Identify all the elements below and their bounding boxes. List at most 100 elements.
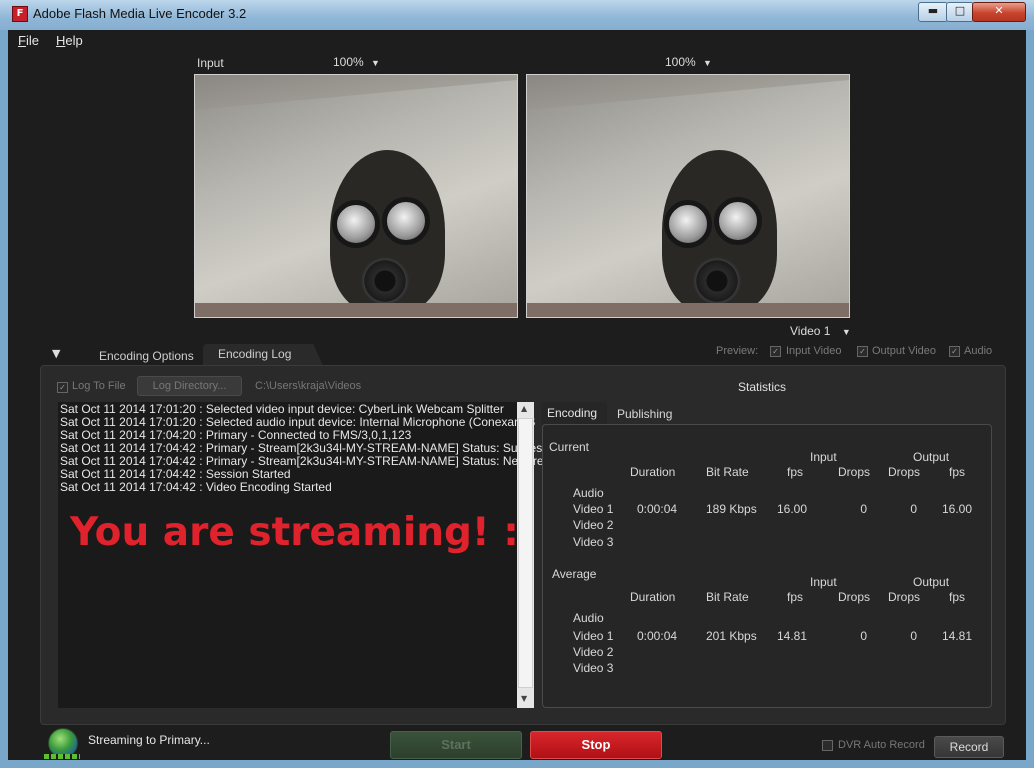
menu-help-rest: elp — [65, 33, 83, 48]
statistics-box: Current Input Output Duration Bit Rate f… — [542, 424, 992, 708]
video-select-value: Video 1 — [790, 324, 831, 338]
menu-help[interactable]: Help — [56, 33, 83, 48]
input-preview-label: Input — [197, 56, 224, 70]
menu-file-rest: ile — [25, 33, 39, 48]
log-directory-button[interactable]: Log Directory... — [137, 376, 242, 396]
mask-lens-right — [714, 197, 762, 245]
maximize-icon: □ — [954, 4, 966, 17]
tab-encoding-log[interactable]: Encoding Log — [203, 344, 323, 366]
menu-help-accelerator: H — [56, 33, 66, 48]
title-bar[interactable]: F Adobe Flash Media Live Encoder 3.2 ▬ □… — [0, 0, 1034, 30]
collapse-panel-icon[interactable]: ▼ — [52, 347, 60, 360]
start-button[interactable]: Start — [390, 731, 522, 759]
scroll-down-icon[interactable]: ▼ — [521, 694, 527, 703]
current-video1-drops-in: 0 — [860, 502, 867, 516]
log-scrollbar[interactable]: ▲ ▼ — [517, 402, 534, 708]
stats-tab-publishing[interactable]: Publishing — [617, 407, 672, 421]
checkbox-log-to-file[interactable]: ✓ — [57, 382, 68, 393]
record-button[interactable]: Record — [934, 736, 1004, 758]
average-fps-in-header: fps — [787, 590, 804, 604]
current-output-group: Output — [913, 450, 950, 464]
current-duration-header: Duration — [630, 465, 676, 479]
chevron-down-icon: ▼ — [371, 58, 380, 68]
average-duration-header: Duration — [630, 590, 676, 604]
current-input-group: Input — [810, 450, 837, 464]
current-video1-duration: 0:00:04 — [637, 502, 678, 516]
current-section-label: Current — [549, 440, 590, 454]
streaming-overlay-text: You are streaming! :) — [70, 510, 537, 555]
current-bitrate-header: Bit Rate — [706, 465, 749, 479]
output-video-preview — [526, 74, 850, 318]
log-path: C:\Users\kraja\Videos — [255, 380, 362, 392]
mask-lens-left — [664, 200, 712, 248]
statistics-title: Statistics — [738, 380, 787, 394]
log-textarea[interactable]: Sat Oct 11 2014 17:01:20 : Selected vide… — [58, 402, 571, 708]
output-zoom-value: 100% — [665, 55, 696, 69]
input-zoom-select[interactable]: 100% ▼ — [333, 55, 380, 69]
average-drops-out-header: Drops — [888, 590, 921, 604]
log-to-file-label: Log To File — [72, 380, 126, 392]
app-logo-icon: F — [12, 6, 28, 22]
average-video1-fps-in: 14.81 — [777, 629, 808, 643]
stats-tab-encoding[interactable]: Encoding — [541, 402, 607, 424]
mask-lens-right — [382, 197, 430, 245]
streaming-status-text: Streaming to Primary... — [88, 733, 210, 747]
current-fps-out-header: fps — [949, 465, 966, 479]
stats-tab-encoding-label: Encoding — [547, 406, 598, 420]
tab-encoding-options[interactable]: Encoding Options — [99, 349, 194, 363]
menu-file-accelerator: F — [18, 33, 26, 48]
average-row-video1: Video 1 — [573, 629, 614, 643]
current-video1-drops-out: 0 — [910, 502, 917, 516]
dvr-auto-record-label: DVR Auto Record — [838, 739, 925, 751]
log-line: Sat Oct 11 2014 17:04:42 : Session Start… — [60, 467, 291, 481]
video-shoulder — [527, 303, 849, 317]
menu-file[interactable]: File — [18, 33, 39, 48]
chevron-down-icon: ▼ — [703, 58, 712, 68]
log-line: Sat Oct 11 2014 17:04:42 : Primary - Str… — [60, 454, 571, 468]
average-video1-drops-in: 0 — [860, 629, 867, 643]
output-video-checkbox-label: Output Video — [872, 345, 937, 357]
tab-encoding-log-label: Encoding Log — [218, 347, 292, 361]
log-line: Sat Oct 11 2014 17:01:20 : Selected audi… — [60, 415, 536, 429]
output-video-select[interactable]: Video 1 ▼ — [790, 324, 851, 338]
average-row-video2: Video 2 — [573, 645, 614, 659]
log-line: Sat Oct 11 2014 17:01:20 : Selected vide… — [60, 402, 504, 416]
average-bitrate-header: Bit Rate — [706, 590, 749, 604]
output-zoom-select[interactable]: 100% ▼ — [665, 55, 712, 69]
chevron-down-icon: ▼ — [841, 327, 851, 337]
average-input-group: Input — [810, 575, 837, 589]
preview-options-label: Preview: — [716, 345, 759, 357]
application-window: F Adobe Flash Media Live Encoder 3.2 ▬ □… — [0, 0, 1034, 768]
minimize-button[interactable]: ▬ — [918, 2, 948, 22]
maximize-button[interactable]: □ — [946, 2, 974, 22]
stop-button[interactable]: Stop — [530, 731, 662, 759]
audio-checkbox-label: Audio — [964, 345, 993, 357]
average-row-audio: Audio — [573, 611, 604, 625]
current-video1-bitrate: 189 Kbps — [706, 502, 757, 516]
video-shoulder — [195, 303, 517, 317]
current-fps-in-header: fps — [787, 465, 804, 479]
minimize-icon: ▬ — [927, 4, 939, 17]
checkbox-audio[interactable]: ✓ — [949, 346, 960, 357]
average-row-video3: Video 3 — [573, 661, 614, 675]
log-line: Sat Oct 11 2014 17:04:42 : Primary - Str… — [60, 441, 549, 455]
window-title: Adobe Flash Media Live Encoder 3.2 — [33, 6, 247, 21]
menu-bar: File Help — [8, 30, 1026, 52]
current-drops-in-header: Drops — [838, 465, 871, 479]
average-output-group: Output — [913, 575, 950, 589]
current-row-video1: Video 1 — [573, 502, 614, 516]
current-drops-out-header: Drops — [888, 465, 921, 479]
current-row-video2: Video 2 — [573, 518, 614, 532]
streaming-progress-bar — [44, 754, 80, 759]
checkbox-input-video[interactable]: ✓ — [770, 346, 781, 357]
input-video-checkbox-label: Input Video — [786, 345, 842, 357]
scroll-thumb[interactable] — [518, 418, 533, 688]
checkbox-output-video[interactable]: ✓ — [857, 346, 868, 357]
scroll-up-icon[interactable]: ▲ — [521, 404, 527, 413]
current-row-audio: Audio — [573, 486, 604, 500]
average-video1-duration: 0:00:04 — [637, 629, 678, 643]
average-drops-in-header: Drops — [838, 590, 871, 604]
close-button[interactable]: ✕ — [972, 2, 1026, 22]
checkbox-dvr-auto-record[interactable] — [822, 740, 833, 751]
log-line: Sat Oct 11 2014 17:04:20 : Primary - Con… — [60, 428, 412, 442]
